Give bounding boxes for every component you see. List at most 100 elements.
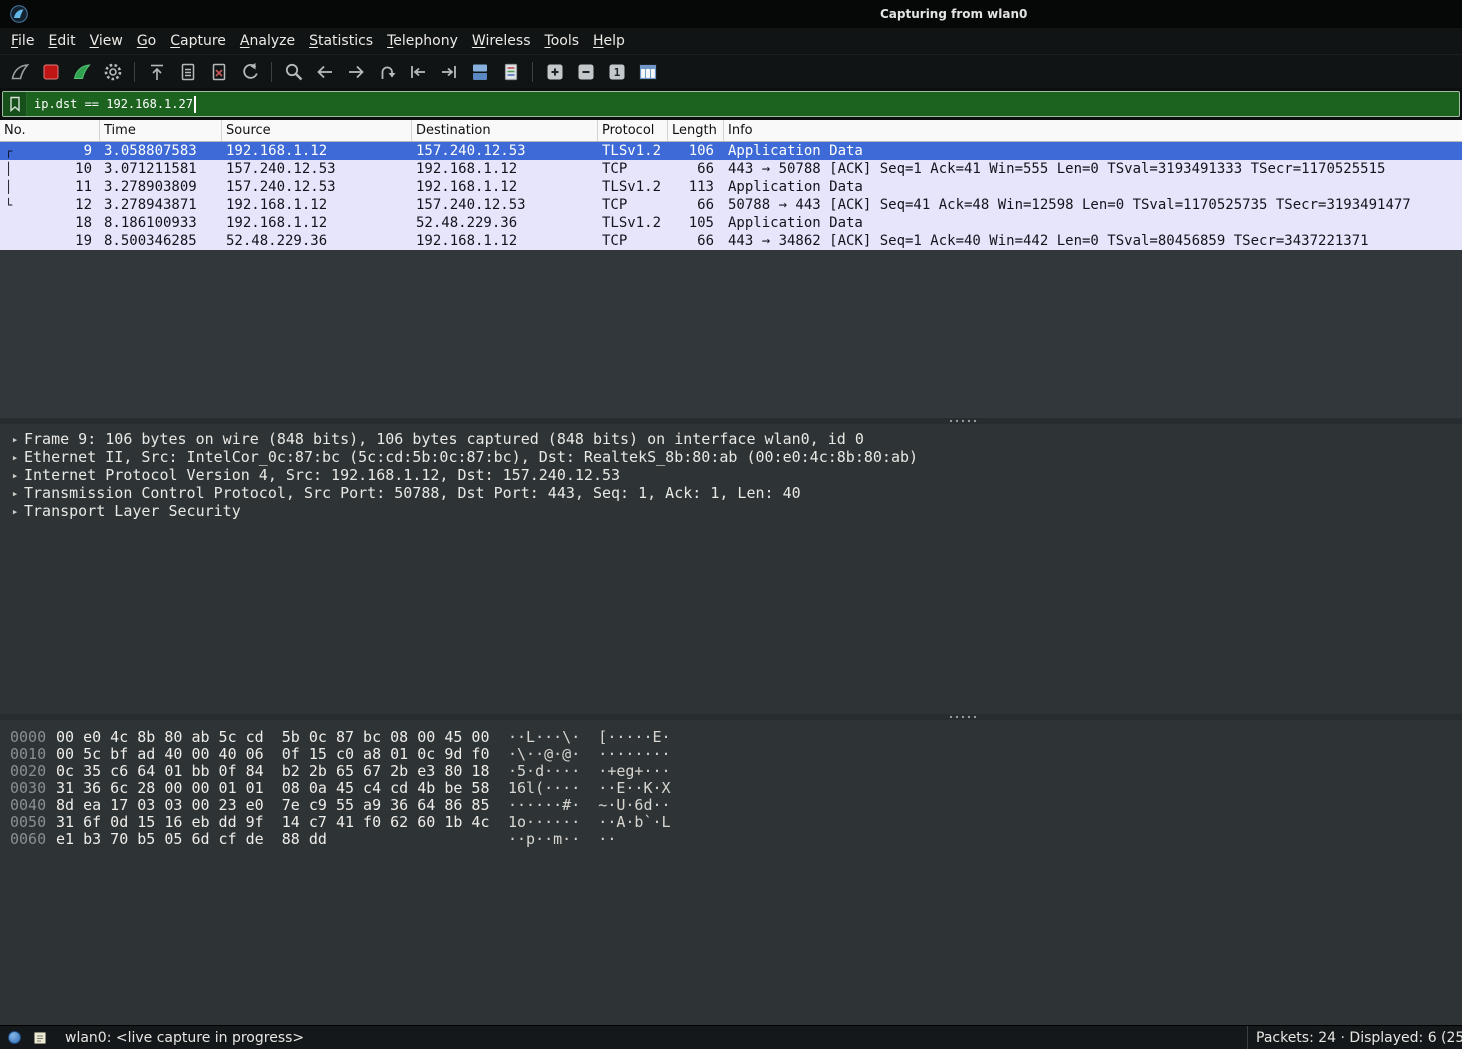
menu-capture[interactable]: Capture xyxy=(163,30,233,52)
start-capture-button[interactable] xyxy=(4,58,35,86)
detail-line[interactable]: Internet Protocol Version 4, Src: 192.16… xyxy=(6,466,1462,484)
menu-wireless[interactable]: Wireless xyxy=(465,30,538,52)
menubar: File Edit View Go Capture Analyze Statis… xyxy=(0,28,1462,54)
splitter[interactable] xyxy=(0,418,1462,424)
hex-offset: 0060 xyxy=(0,830,56,848)
detail-line[interactable]: Ethernet II, Src: IntelCor_0c:87:bc (5c:… xyxy=(6,448,1462,466)
close-file-button[interactable] xyxy=(203,58,234,86)
conversation-mark-icon: └ xyxy=(0,198,16,212)
expand-arrow-icon[interactable] xyxy=(6,469,24,482)
save-file-icon xyxy=(177,61,199,83)
hex-row[interactable]: 001000 5c bf ad 40 00 40 06 0f 15 c0 a8 … xyxy=(0,745,1462,762)
packet-protocol: TCP xyxy=(598,233,668,249)
go-forward-button[interactable] xyxy=(340,58,371,86)
column-header-destination[interactable]: Destination xyxy=(412,120,598,141)
menu-go[interactable]: Go xyxy=(130,30,163,52)
menu-telephony[interactable]: Telephony xyxy=(380,30,465,52)
find-packet-button[interactable] xyxy=(278,58,309,86)
conversation-mark-icon: │ xyxy=(0,180,16,194)
detail-line[interactable]: Transmission Control Protocol, Src Port:… xyxy=(6,484,1462,502)
capture-options-button[interactable] xyxy=(97,58,128,86)
detail-line[interactable]: Frame 9: 106 bytes on wire (848 bits), 1… xyxy=(6,430,1462,448)
hex-offset: 0000 xyxy=(0,728,56,746)
detail-line[interactable]: Transport Layer Security xyxy=(6,502,1462,520)
menu-analyze[interactable]: Analyze xyxy=(233,30,302,52)
packet-row[interactable]: │10 3.071211581 157.240.12.53 192.168.1.… xyxy=(0,160,1462,178)
main-toolbar: 1 xyxy=(0,54,1462,88)
go-to-packet-button[interactable] xyxy=(371,58,402,86)
stop-capture-button[interactable] xyxy=(35,58,66,86)
packet-row[interactable]: │11 3.278903809 157.240.12.53 192.168.1.… xyxy=(0,178,1462,196)
open-file-button[interactable] xyxy=(141,58,172,86)
column-header-protocol[interactable]: Protocol xyxy=(598,120,668,141)
menu-help[interactable]: Help xyxy=(586,30,632,52)
zoom-out-icon xyxy=(575,61,597,83)
zoom-out-button[interactable] xyxy=(570,58,601,86)
menu-view[interactable]: View xyxy=(83,30,130,52)
packet-row[interactable]: 18 8.186100933 192.168.1.12 52.48.229.36… xyxy=(0,214,1462,232)
detail-text: Internet Protocol Version 4, Src: 192.16… xyxy=(24,466,620,484)
colorize-button[interactable] xyxy=(495,58,526,86)
toolbar-separator xyxy=(271,62,272,82)
hex-row[interactable]: 0060e1 b3 70 b5 05 6d cf de 88 dd··p··m·… xyxy=(0,830,1462,847)
capture-comment-icon[interactable] xyxy=(33,1031,47,1045)
hex-row[interactable]: 00408d ea 17 03 03 00 23 e0 7e c9 55 a9 … xyxy=(0,796,1462,813)
expand-arrow-icon[interactable] xyxy=(6,433,24,446)
toolbar-separator xyxy=(532,62,533,82)
hex-row[interactable]: 000000 e0 4c 8b 80 ab 5c cd 5b 0c 87 bc … xyxy=(0,728,1462,745)
filter-text: ip.dst == 192.168.1.27 xyxy=(27,97,193,111)
packet-time: 8.186100933 xyxy=(100,215,222,231)
go-last-button[interactable] xyxy=(433,58,464,86)
menu-statistics[interactable]: Statistics xyxy=(302,30,380,52)
hex-row[interactable]: 003031 36 6c 28 00 00 01 01 08 0a 45 c4 … xyxy=(0,779,1462,796)
packet-source: 192.168.1.12 xyxy=(222,215,412,231)
column-header-length[interactable]: Length xyxy=(668,120,724,141)
hex-bytes: 31 36 6c 28 00 00 01 01 08 0a 45 c4 cd 4… xyxy=(56,779,508,797)
autoscroll-button[interactable] xyxy=(464,58,495,86)
splitter[interactable] xyxy=(0,714,1462,720)
expand-arrow-icon[interactable] xyxy=(6,487,24,500)
toolbar-separator xyxy=(134,62,135,82)
packet-counts-text: Packets: 24 · Displayed: 6 (25.0 xyxy=(1256,1030,1462,1046)
save-file-button[interactable] xyxy=(172,58,203,86)
packet-list-pane: No. Time Source Destination Protocol Len… xyxy=(0,120,1462,418)
packet-row[interactable]: 19 8.500346285 52.48.229.36 192.168.1.12… xyxy=(0,232,1462,250)
expand-arrow-icon[interactable] xyxy=(6,505,24,518)
hex-bytes: 00 5c bf ad 40 00 40 06 0f 15 c0 a8 01 0… xyxy=(56,745,508,763)
menu-file[interactable]: File xyxy=(4,30,41,52)
filter-bookmark-button[interactable] xyxy=(3,92,27,116)
go-back-button[interactable] xyxy=(309,58,340,86)
packet-source: 192.168.1.12 xyxy=(222,197,412,213)
packet-detail-pane: Frame 9: 106 bytes on wire (848 bits), 1… xyxy=(0,424,1462,714)
menu-tools[interactable]: Tools xyxy=(538,30,587,52)
packet-protocol: TLSv1.2 xyxy=(598,179,668,195)
packet-row[interactable]: └12 3.278943871 192.168.1.12 157.240.12.… xyxy=(0,196,1462,214)
zoom-in-button[interactable] xyxy=(539,58,570,86)
text-cursor xyxy=(194,96,196,113)
go-first-button[interactable] xyxy=(402,58,433,86)
column-header-time[interactable]: Time xyxy=(100,120,222,141)
resize-columns-button[interactable] xyxy=(632,58,663,86)
packet-length: 66 xyxy=(668,161,724,177)
zoom-100-button[interactable]: 1 xyxy=(601,58,632,86)
reload-button[interactable] xyxy=(234,58,265,86)
expert-info-icon[interactable] xyxy=(8,1031,21,1044)
packet-destination: 52.48.229.36 xyxy=(412,215,598,231)
menu-edit[interactable]: Edit xyxy=(41,30,82,52)
packet-row[interactable]: ┌9 3.058807583 192.168.1.12 157.240.12.5… xyxy=(0,142,1462,160)
packet-info: 50788 → 443 [ACK] Seq=41 Ack=48 Win=1259… xyxy=(724,197,1462,213)
expand-arrow-icon[interactable] xyxy=(6,451,24,464)
packet-no: 12 xyxy=(16,197,100,213)
column-header-no[interactable]: No. xyxy=(0,120,100,141)
packet-length: 105 xyxy=(668,215,724,231)
column-header-source[interactable]: Source xyxy=(222,120,412,141)
filter-input[interactable]: ip.dst == 192.168.1.27 xyxy=(2,91,1460,117)
window-title: Capturing from wlan0 xyxy=(880,7,1027,21)
hex-row[interactable]: 00200c 35 c6 64 01 bb 0f 84 b2 2b 65 67 … xyxy=(0,762,1462,779)
conversation-mark-icon: │ xyxy=(0,162,16,176)
column-header-info[interactable]: Info xyxy=(724,120,1462,141)
restart-capture-button[interactable] xyxy=(66,58,97,86)
packet-source: 192.168.1.12 xyxy=(222,143,412,159)
hex-bytes: 0c 35 c6 64 01 bb 0f 84 b2 2b 65 67 2b e… xyxy=(56,762,508,780)
hex-row[interactable]: 005031 6f 0d 15 16 eb dd 9f 14 c7 41 f0 … xyxy=(0,813,1462,830)
